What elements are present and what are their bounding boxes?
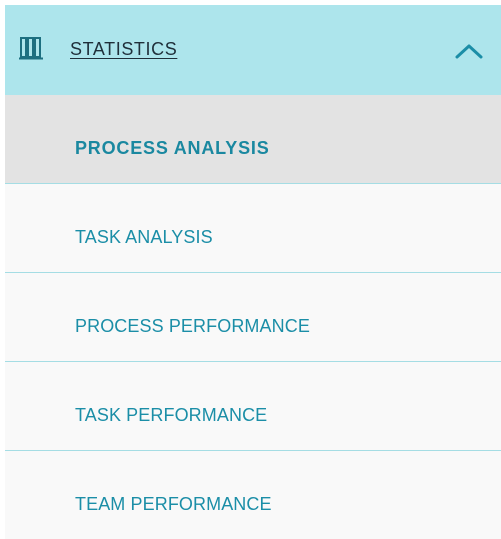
menu-item-task-analysis[interactable]: TASK ANALYSIS (5, 184, 501, 273)
menu-item-label: PROCESS ANALYSIS (75, 138, 270, 158)
section-title[interactable]: STATISTICS (70, 38, 177, 60)
menu-item-process-performance[interactable]: PROCESS PERFORMANCE (5, 273, 501, 362)
chevron-up-icon[interactable] (454, 41, 484, 61)
menu-item-team-performance[interactable]: TEAM PERFORMANCE (5, 451, 501, 539)
menu-item-label: TEAM PERFORMANCE (75, 494, 272, 514)
bar-chart-icon (19, 36, 43, 60)
menu-item-process-analysis[interactable]: PROCESS ANALYSIS (5, 95, 501, 184)
statistics-section-header[interactable]: STATISTICS (5, 5, 501, 95)
menu-item-label: TASK PERFORMANCE (75, 405, 268, 425)
statistics-panel: STATISTICS PROCESS ANALYSIS TASK ANALYSI… (5, 5, 501, 539)
menu-item-task-performance[interactable]: TASK PERFORMANCE (5, 362, 501, 451)
menu-item-label: TASK ANALYSIS (75, 227, 213, 247)
menu-item-label: PROCESS PERFORMANCE (75, 316, 310, 336)
